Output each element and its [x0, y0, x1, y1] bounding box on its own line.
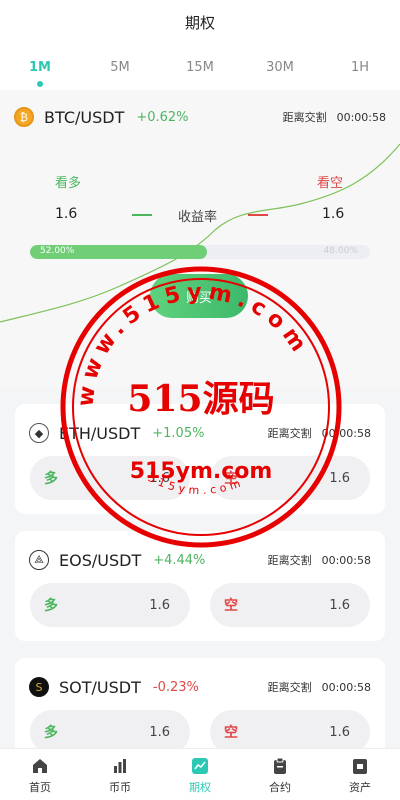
long-odds: 1.6 — [149, 724, 170, 740]
yield-row: 1.6 收益率 1.6 — [0, 206, 400, 226]
short-odds: 1.6 — [329, 470, 350, 486]
short-legend-line — [248, 214, 268, 216]
tab-5m[interactable]: 5M — [80, 44, 160, 90]
settle-countdown: 距离交割 00:00:58 — [268, 679, 371, 695]
main-card-header: ₿ BTC/USDT +0.62% 距离交割 00:00:58 — [14, 106, 386, 128]
pair-card-header: S SOT/USDT -0.23% 距离交割 00:00:58 — [29, 676, 371, 698]
price-trend-line — [0, 143, 400, 323]
tabbar-home[interactable]: 首页 — [0, 749, 80, 800]
active-tab-dot — [37, 81, 43, 87]
yield-label: 收益率 — [178, 210, 218, 225]
settle-time: 00:00:58 — [321, 427, 371, 440]
settle-time: 00:00:58 — [336, 111, 386, 124]
tab-label: 1M — [29, 60, 51, 75]
long-odds: 1.6 — [149, 470, 170, 486]
price-change: +4.44% — [153, 552, 206, 568]
settle-label: 距离交割 — [267, 427, 312, 440]
tabbar-label: 首页 — [29, 781, 51, 794]
long-label: 看多 — [55, 176, 82, 191]
eth-icon: ◆ — [29, 423, 49, 443]
long-short-ratio-bar: 52.00% 48.00% — [30, 245, 370, 259]
settle-label: 距离交割 — [282, 111, 327, 124]
pair-name: BTC/USDT — [44, 107, 125, 127]
long-button-label: 多 — [44, 471, 58, 487]
settle-label: 距离交割 — [267, 554, 312, 567]
settle-countdown: 距离交割 00:00:58 — [268, 552, 371, 568]
option-chart-icon — [192, 758, 208, 774]
short-ratio-text: 48.00% — [323, 246, 358, 256]
short-button[interactable]: 空 1.6 — [210, 583, 370, 627]
main-option-card: ₿ BTC/USDT +0.62% 距离交割 00:00:58 看多 看空 1.6… — [0, 90, 400, 388]
settle-countdown: 距离交割 00:00:58 — [283, 109, 386, 125]
wallet-icon — [353, 759, 367, 774]
price-change: +1.05% — [152, 425, 205, 441]
long-legend-line — [132, 214, 152, 216]
tabbar-label: 合约 — [269, 781, 291, 794]
settle-countdown: 距离交割 00:00:58 — [268, 425, 371, 441]
tabbar-label: 资产 — [349, 781, 371, 794]
pair-card-header: ◆ ETH/USDT +1.05% 距离交割 00:00:58 — [29, 422, 371, 444]
short-odds: 1.6 — [329, 724, 350, 740]
short-button-label: 空 — [224, 725, 238, 741]
long-button-label: 多 — [44, 725, 58, 741]
bottom-tab-bar: 首页 币币 期权 合约 资产 — [0, 748, 400, 800]
short-button-label: 空 — [224, 471, 238, 487]
btc-icon: ₿ — [14, 107, 34, 127]
settle-label: 距离交割 — [267, 681, 312, 694]
pair-card-eth[interactable]: ◆ ETH/USDT +1.05% 距离交割 00:00:58 多 1.6 空 1.6 — [15, 404, 385, 514]
pair-name: SOT/USDT — [59, 677, 141, 697]
long-button[interactable]: 多 1.6 — [30, 456, 190, 500]
period-tabs: 1M 5M 15M 30M 1H — [0, 44, 400, 90]
long-ratio-text: 52.00% — [40, 246, 75, 256]
price-change: -0.23% — [152, 679, 199, 695]
tab-label: 5M — [110, 60, 130, 75]
sot-icon: S — [29, 677, 49, 697]
long-button-label: 多 — [44, 598, 58, 614]
settle-time: 00:00:58 — [321, 681, 371, 694]
tabbar-contract[interactable]: 合约 — [240, 749, 320, 800]
short-label: 看空 — [317, 176, 344, 191]
page-title: 期权 — [184, 13, 215, 32]
short-yield: 1.6 — [322, 206, 345, 222]
short-button-label: 空 — [224, 598, 238, 614]
pair-card-header: ⟁ EOS/USDT +4.44% 距离交割 00:00:58 — [29, 549, 371, 571]
settle-time: 00:00:58 — [321, 554, 371, 567]
long-button[interactable]: 多 1.6 — [30, 583, 190, 627]
tab-15m[interactable]: 15M — [160, 44, 240, 90]
bar-chart-icon — [114, 759, 126, 773]
eos-icon: ⟁ — [29, 550, 49, 570]
tabbar-spot[interactable]: 币币 — [80, 749, 160, 800]
buy-button[interactable]: 购买 — [150, 274, 248, 318]
top-header: 期权 — [0, 0, 400, 44]
tab-label: 30M — [266, 60, 294, 75]
clipboard-icon — [274, 757, 286, 774]
tab-30m[interactable]: 30M — [240, 44, 320, 90]
tab-label: 1H — [350, 60, 370, 75]
price-change: +0.62% — [136, 109, 189, 125]
pair-name: EOS/USDT — [59, 550, 142, 570]
tabbar-options[interactable]: 期权 — [160, 749, 240, 800]
tabbar-label: 期权 — [189, 781, 211, 794]
home-icon — [33, 759, 47, 773]
pair-card-eos[interactable]: ⟁ EOS/USDT +4.44% 距离交割 00:00:58 多 1.6 空 1.6 — [15, 531, 385, 641]
pair-name: ETH/USDT — [59, 423, 141, 443]
long-odds: 1.6 — [149, 597, 170, 613]
tabbar-label: 币币 — [109, 781, 131, 794]
tabbar-assets[interactable]: 资产 — [320, 749, 400, 800]
short-odds: 1.6 — [329, 597, 350, 613]
tab-label: 15M — [186, 60, 214, 75]
tab-1m[interactable]: 1M — [0, 44, 80, 90]
short-button[interactable]: 空 1.6 — [210, 456, 370, 500]
tab-1h[interactable]: 1H — [320, 44, 400, 90]
long-yield: 1.6 — [55, 206, 78, 222]
